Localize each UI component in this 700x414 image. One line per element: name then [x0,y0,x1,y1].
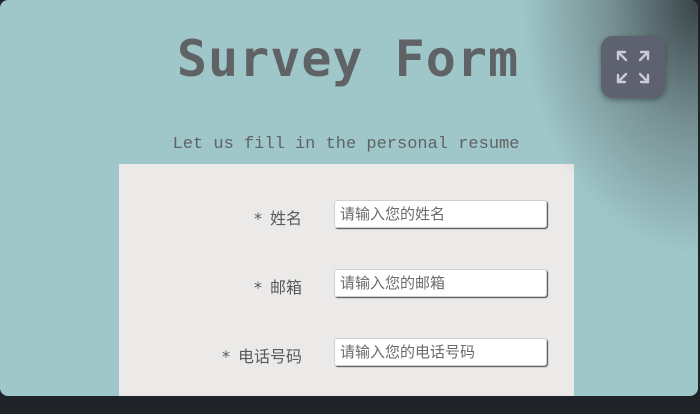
phone-input[interactable] [334,338,547,366]
required-mark: * [253,209,262,228]
form-row-phone: * 电话号码 [119,338,574,368]
phone-label: * 电话号码 [222,343,302,367]
name-label: * 姓名 [254,205,302,229]
expand-icon [616,50,650,84]
email-label-text: 邮箱 [269,278,302,297]
name-input[interactable] [334,200,547,228]
required-mark: * [221,347,230,366]
fullscreen-button[interactable] [601,36,665,98]
page-subtitle: Let us fill in the personal resume [172,135,520,154]
email-input[interactable] [334,269,547,297]
page-title: Survey Form [176,30,520,88]
phone-label-text: 电话号码 [237,347,302,366]
name-label-text: 姓名 [269,209,302,228]
email-label: * 邮箱 [254,274,302,298]
form-row-email: * 邮箱 [119,269,574,299]
form-row-name: * 姓名 [119,200,574,230]
required-mark: * [253,278,262,297]
survey-form: * 姓名 * 邮箱 * 电话号码 [119,164,574,396]
app-window: Survey Form Let us fill in the personal … [0,0,698,396]
